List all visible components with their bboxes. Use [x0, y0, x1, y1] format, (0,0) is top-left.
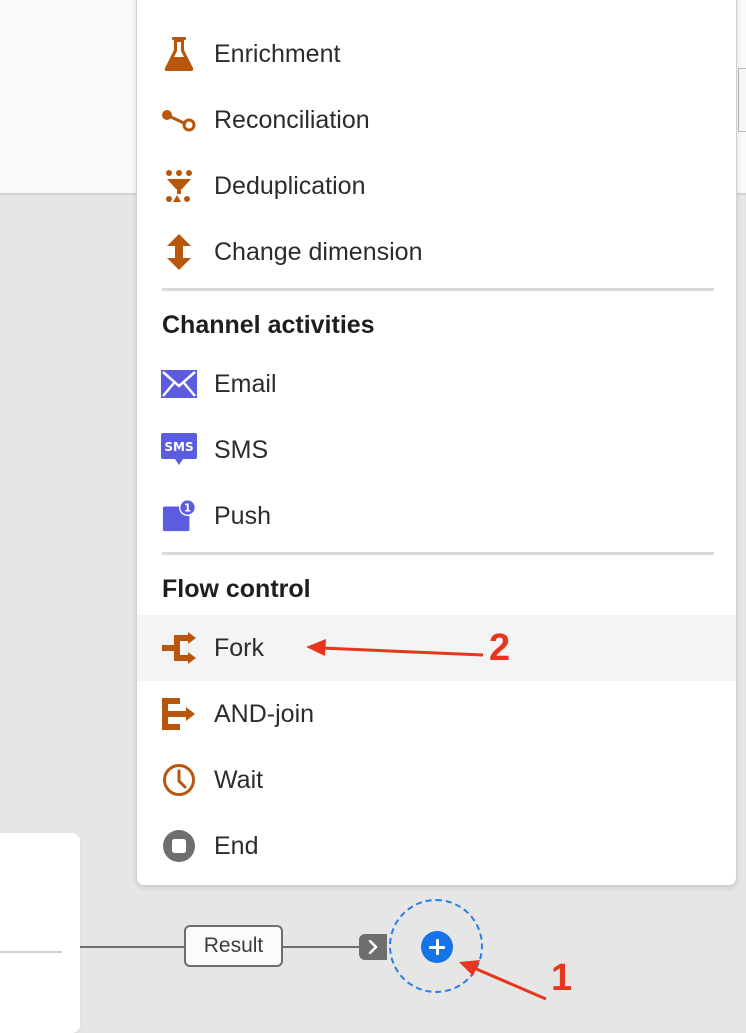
annotation-marker-2: 2 — [489, 627, 511, 669]
annotation-arrow-1 — [459, 960, 547, 1001]
annotation-overlay — [306, 639, 547, 1001]
annotation-marker-1: 1 — [551, 957, 573, 999]
annotation-arrow-2 — [306, 639, 484, 657]
